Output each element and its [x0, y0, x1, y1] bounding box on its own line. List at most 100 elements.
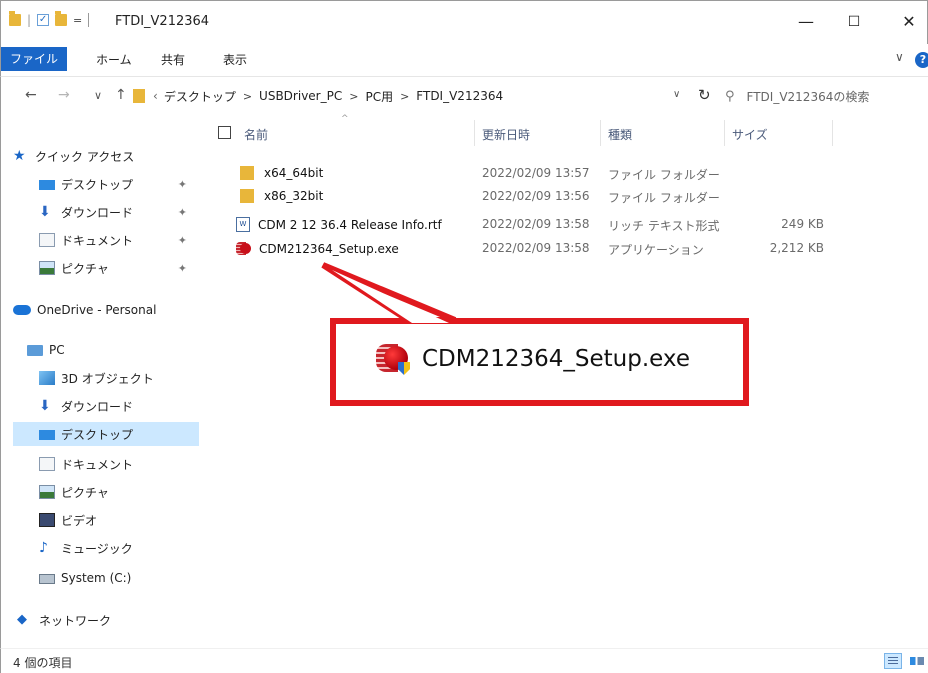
forward-button[interactable]: →	[58, 87, 70, 103]
expand-ribbon-icon[interactable]: ∨	[895, 50, 904, 64]
file-date: 2022/02/09 13:56	[482, 189, 590, 203]
column-divider[interactable]	[724, 120, 725, 146]
pictures-icon	[39, 261, 55, 275]
tab-view[interactable]: 表示	[223, 51, 247, 68]
details-view-icon[interactable]	[884, 653, 902, 669]
navigation-pane: ★ クイック アクセス デスクトップ ✦ ⬇ ダウンロード ✦ ドキュメント ✦…	[0, 114, 200, 648]
sidebar-item-downloads[interactable]: ⬇ ダウンロード	[39, 394, 199, 418]
close-button[interactable]: ✕	[894, 9, 924, 35]
sidebar-item-network[interactable]: ◆ ネットワーク	[17, 608, 199, 632]
item-count: 4 個の項目	[13, 656, 73, 670]
sidebar-item-documents-pinned[interactable]: ドキュメント ✦	[39, 228, 199, 252]
sidebar-item-label: ピクチャ	[61, 261, 109, 276]
folder-icon	[9, 11, 21, 26]
callout-label: CDM212364_Setup.exe	[372, 342, 690, 376]
sidebar-item-label: 3D オブジェクト	[61, 371, 154, 386]
select-all-checkbox[interactable]	[218, 126, 231, 139]
sidebar-item-documents[interactable]: ドキュメント	[39, 452, 199, 476]
tab-file[interactable]: ファイル	[1, 47, 67, 71]
file-name: x86_32bit	[264, 189, 324, 203]
file-size: 249 KB	[781, 217, 824, 231]
sidebar-item-videos[interactable]: ビデオ	[39, 508, 199, 532]
exe-file-icon	[236, 241, 252, 256]
documents-icon	[39, 233, 55, 247]
address-bar[interactable]: ‹ デスクトップ > USBDriver_PC > PC用 > FTDI_V21…	[133, 83, 697, 109]
recent-locations-icon[interactable]: ∨	[94, 89, 102, 102]
pin-icon[interactable]: ✦	[178, 234, 187, 247]
sidebar-item-system-drive[interactable]: System (C:)	[39, 566, 199, 590]
pin-icon[interactable]: ✦	[178, 262, 187, 275]
status-bar: 4 個の項目	[0, 648, 928, 673]
breadcrumb-desktop[interactable]: デスクトップ	[164, 88, 236, 105]
help-icon[interactable]: ?	[915, 52, 928, 68]
sidebar-item-label: ミュージック	[61, 541, 133, 556]
sidebar-item-pc[interactable]: PC	[27, 338, 199, 362]
table-row[interactable]: x64_64bit 2022/02/09 13:57 ファイル フォルダー	[240, 164, 840, 184]
breadcrumb-usbdriver[interactable]: USBDriver_PC	[259, 89, 342, 103]
folder-icon	[240, 166, 254, 180]
sidebar-item-desktop[interactable]: デスクトップ	[13, 422, 199, 446]
sidebar-item-onedrive[interactable]: OneDrive - Personal	[13, 298, 199, 322]
file-size: 2,212 KB	[769, 241, 824, 255]
sidebar-item-quick-access[interactable]: ★ クイック アクセス	[13, 144, 199, 168]
chevron-right-icon[interactable]: >	[349, 90, 358, 103]
music-icon: ♪	[39, 540, 48, 556]
folder-icon	[133, 89, 145, 103]
window-title: FTDI_V212364	[115, 14, 210, 29]
sidebar-item-pictures[interactable]: ピクチャ	[39, 480, 199, 504]
breadcrumb-pc[interactable]: PC用	[365, 88, 393, 105]
tab-share[interactable]: 共有	[161, 51, 185, 68]
column-divider[interactable]	[474, 120, 475, 146]
uac-shield-icon	[398, 362, 410, 375]
network-icon: ◆	[17, 612, 27, 627]
rtf-file-icon: W	[236, 217, 250, 232]
file-type: アプリケーション	[608, 243, 704, 257]
download-icon: ⬇	[39, 398, 51, 414]
download-icon: ⬇	[39, 204, 51, 220]
sort-ascending-icon: ^	[341, 114, 349, 124]
table-row[interactable]: x86_32bit 2022/02/09 13:56 ファイル フォルダー	[240, 187, 840, 207]
column-divider[interactable]	[600, 120, 601, 146]
chevron-right-icon[interactable]: >	[243, 90, 252, 103]
up-button[interactable]: ↑	[115, 87, 127, 103]
column-header-type[interactable]: 種類	[608, 126, 632, 143]
sidebar-item-music[interactable]: ♪ ミュージック	[39, 536, 199, 560]
breadcrumb-overflow-icon[interactable]: ‹	[153, 89, 158, 103]
file-list: ^ 名前 更新日時 種類 サイズ x64_64bit 2022/02/09 13…	[200, 114, 928, 648]
sidebar-item-pictures-pinned[interactable]: ピクチャ ✦	[39, 256, 199, 280]
quick-access-toolbar: | ✓ =	[9, 11, 90, 27]
large-icons-view-icon[interactable]	[907, 653, 925, 669]
table-row[interactable]: W CDM 2 12 36.4 Release Info.rtf 2022/02/…	[236, 215, 840, 235]
file-name: CDM 2 12 36.4 Release Info.rtf	[258, 217, 442, 232]
pin-icon[interactable]: ✦	[178, 206, 187, 219]
maximize-button[interactable]: ☐	[839, 9, 869, 35]
back-button[interactable]: ←	[25, 87, 37, 103]
refresh-button[interactable]: ↻	[698, 86, 711, 104]
file-date: 2022/02/09 13:58	[482, 217, 590, 231]
sidebar-item-downloads-pinned[interactable]: ⬇ ダウンロード ✦	[39, 200, 199, 224]
chevron-right-icon[interactable]: >	[400, 90, 409, 103]
desktop-icon	[39, 430, 55, 440]
qat-dropdown-icon[interactable]: =	[73, 14, 82, 27]
address-dropdown-icon[interactable]: ∨	[673, 89, 680, 100]
tab-home[interactable]: ホーム	[96, 51, 132, 68]
column-divider[interactable]	[832, 120, 833, 146]
properties-icon[interactable]: ✓	[37, 14, 50, 26]
file-name: x64_64bit	[264, 166, 324, 180]
table-row[interactable]: CDM212364_Setup.exe 2022/02/09 13:58 アプリ…	[236, 239, 840, 259]
sidebar-item-desktop-pinned[interactable]: デスクトップ ✦	[39, 172, 199, 196]
qat-separator: |	[27, 13, 32, 27]
new-folder-icon[interactable]	[55, 11, 68, 26]
search-input[interactable]: ⚲ FTDI_V212364の検索	[719, 83, 928, 109]
column-header-name[interactable]: 名前	[244, 126, 268, 143]
file-date: 2022/02/09 13:57	[482, 166, 590, 180]
minimize-button[interactable]: —	[791, 9, 821, 35]
pin-icon[interactable]: ✦	[178, 178, 187, 191]
breadcrumb-ftdi[interactable]: FTDI_V212364	[416, 89, 503, 103]
column-header-date[interactable]: 更新日時	[482, 126, 530, 143]
sidebar-item-3d-objects[interactable]: 3D オブジェクト	[39, 366, 199, 390]
file-type: ファイル フォルダー	[608, 168, 720, 182]
callout-filename: CDM212364_Setup.exe	[422, 346, 690, 372]
pictures-icon	[39, 485, 55, 499]
column-header-size[interactable]: サイズ	[732, 126, 768, 143]
